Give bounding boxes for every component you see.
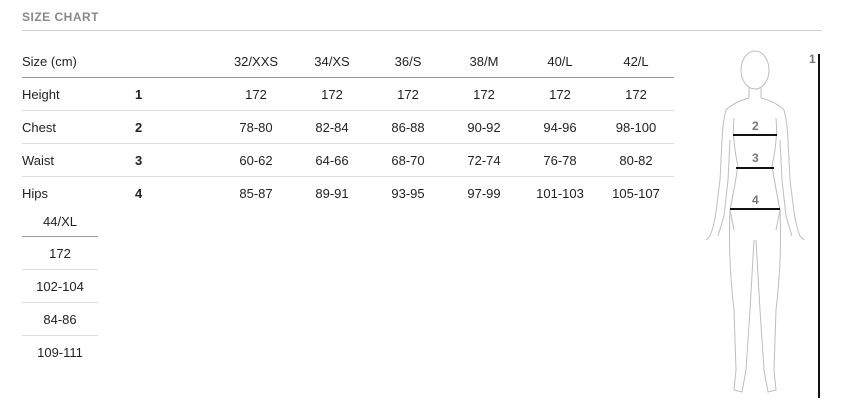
row-label: Chest xyxy=(22,110,135,144)
table-cell: 86-88 xyxy=(370,110,446,144)
table-cell: 98-100 xyxy=(598,110,674,144)
height-label: 1 xyxy=(809,52,816,66)
table-cell: 109-111 xyxy=(37,344,83,360)
table-cell: 93-95 xyxy=(391,185,425,201)
body-measurement-figure: 1 2 3 4 xyxy=(705,50,820,398)
table-cell: 105-107 xyxy=(612,185,660,201)
table-cell: 80-82 xyxy=(598,143,674,177)
table-cell: 85-87 xyxy=(239,185,273,201)
table-cell: 82-84 xyxy=(294,110,370,144)
table-cell: 64-66 xyxy=(294,143,370,177)
table-cell: 68-70 xyxy=(370,143,446,177)
table-cell: 172 xyxy=(446,77,522,111)
table-cell: 76-78 xyxy=(522,143,598,177)
header-number-cell xyxy=(135,45,218,78)
table-row-waist: Waist 3 60-62 64-66 68-70 72-74 76-78 80… xyxy=(22,143,674,177)
table-row-height: Height 1 172 172 172 172 172 172 xyxy=(22,77,674,111)
row-label: Height xyxy=(22,77,135,111)
table-cell: 90-92 xyxy=(446,110,522,144)
size-column-header: 36/S xyxy=(370,45,446,78)
table-cell: 78-80 xyxy=(218,110,294,144)
size-column-header: 32/XXS xyxy=(218,45,294,78)
overflow-size-column: 44/XL 172 102-104 84-86 109-111 xyxy=(22,206,98,368)
table-cell: 172 xyxy=(598,77,674,111)
table-cell: 172 xyxy=(218,77,294,111)
size-column-header: 34/XS xyxy=(294,45,370,78)
row-label: Waist xyxy=(22,143,135,177)
table-row-chest: Chest 2 78-80 82-84 86-88 90-92 94-96 98… xyxy=(22,110,674,144)
row-measure-number: 1 xyxy=(135,77,218,111)
table-cell: 72-74 xyxy=(446,143,522,177)
size-column-header: 42/L xyxy=(598,45,674,78)
table-cell: 102-104 xyxy=(22,269,98,303)
header-size-label: Size (cm) xyxy=(22,45,135,78)
chest-label: 2 xyxy=(752,119,759,133)
table-cell: 94-96 xyxy=(522,110,598,144)
size-column-header: 40/L xyxy=(522,45,598,78)
table-cell: 97-99 xyxy=(467,185,501,201)
row-label: Hips xyxy=(22,185,49,201)
table-cell: 172 xyxy=(22,236,98,270)
size-chart-table: Size (cm) 32/XXS 34/XS 36/S 38/M 40/L 42… xyxy=(22,45,674,209)
size-chart-title: SIZE CHART xyxy=(22,10,99,24)
hips-label: 4 xyxy=(752,193,759,207)
table-cell: 101-103 xyxy=(536,185,584,201)
table-cell: 89-91 xyxy=(315,185,349,201)
table-cell: 172 xyxy=(370,77,446,111)
row-measure-number: 2 xyxy=(135,110,218,144)
size-column-header: 44/XL xyxy=(22,206,98,237)
size-column-header: 38/M xyxy=(446,45,522,78)
row-measure-number: 3 xyxy=(135,143,218,177)
title-divider xyxy=(22,30,822,31)
row-measure-number: 4 xyxy=(135,185,143,201)
table-cell: 172 xyxy=(294,77,370,111)
table-cell: 172 xyxy=(522,77,598,111)
table-row-hips: Hips 4 85-87 89-91 93-95 97-99 101-103 1… xyxy=(22,177,674,210)
waist-label: 3 xyxy=(752,151,759,165)
table-header-row: Size (cm) 32/XXS 34/XS 36/S 38/M 40/L 42… xyxy=(22,45,674,78)
body-outline xyxy=(705,50,805,393)
table-cell: 60-62 xyxy=(218,143,294,177)
table-cell: 84-86 xyxy=(22,302,98,336)
